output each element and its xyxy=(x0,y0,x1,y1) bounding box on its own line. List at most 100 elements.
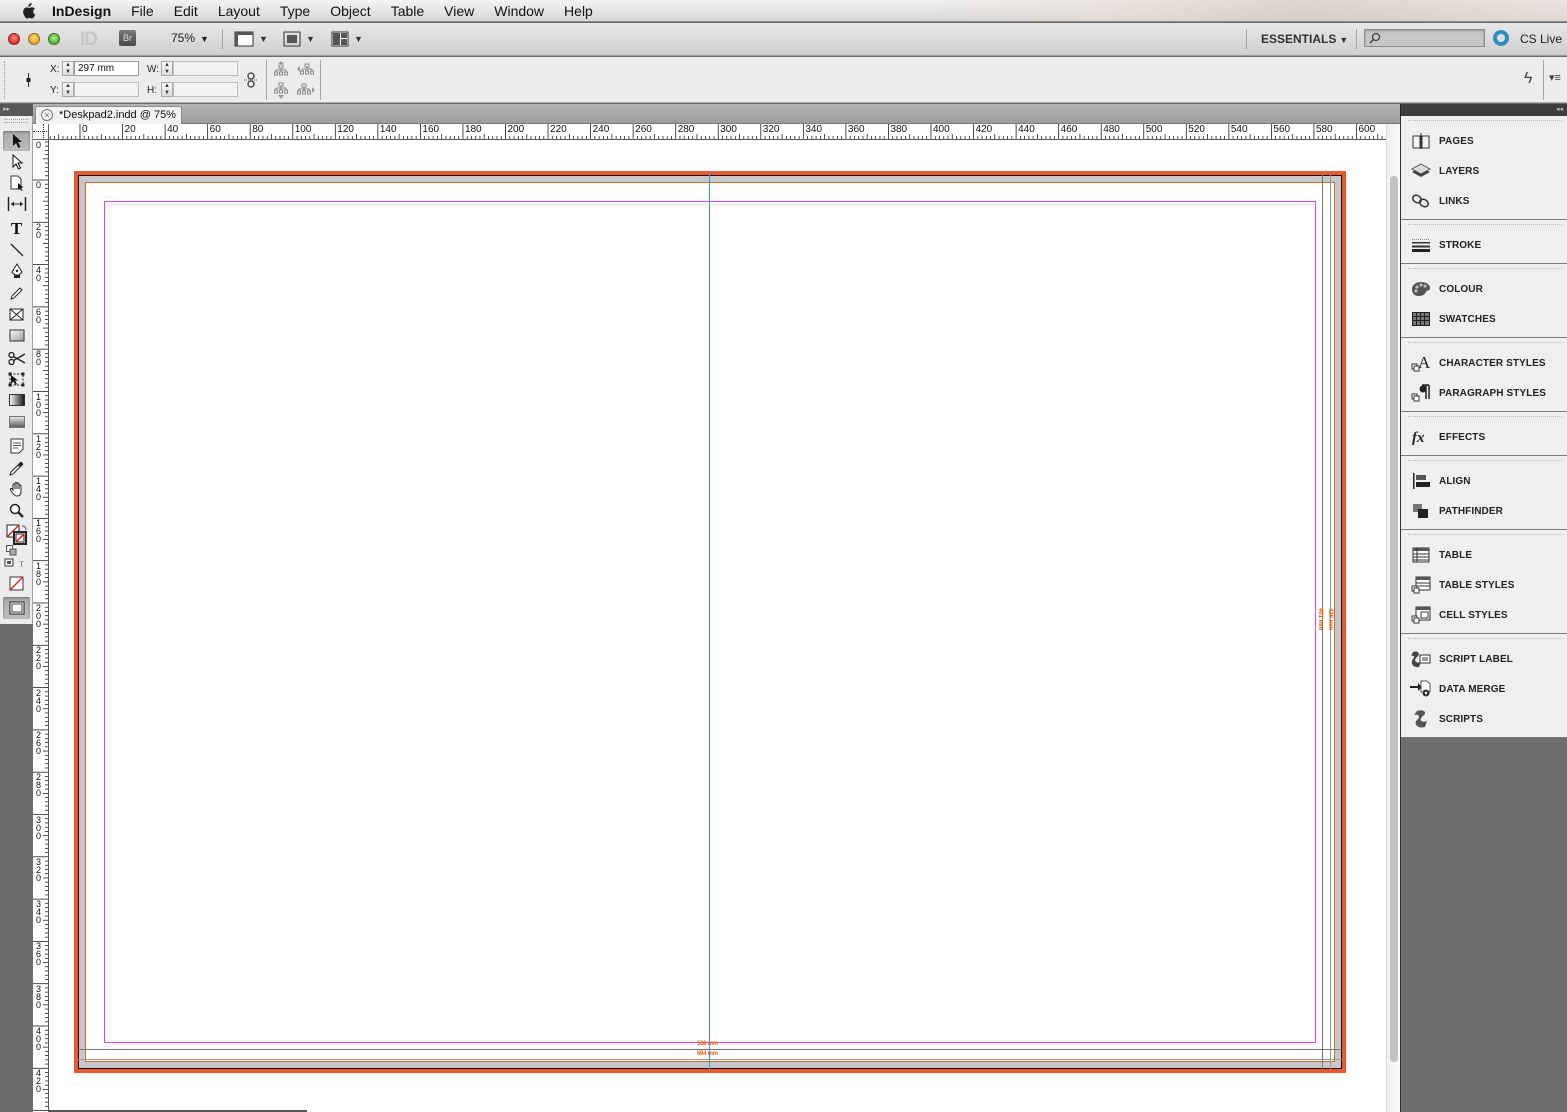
panel-links[interactable]: LINKS xyxy=(1401,188,1567,214)
page-tool[interactable] xyxy=(3,173,30,193)
panel-group-grip[interactable] xyxy=(1408,342,1562,343)
pen-tool[interactable] xyxy=(3,261,30,281)
menu-object[interactable]: Object xyxy=(330,3,370,19)
vertical-scroll-thumb[interactable] xyxy=(1390,176,1398,1062)
menu-file[interactable]: File xyxy=(131,3,154,19)
note-tool[interactable] xyxy=(3,436,30,456)
zoom-level-dropdown[interactable]: 75% ▼ xyxy=(171,31,209,45)
pencil-tool[interactable] xyxy=(3,283,30,303)
menu-table[interactable]: Table xyxy=(391,3,424,19)
free-transform-tool[interactable] xyxy=(3,369,30,389)
panel-group-grip[interactable] xyxy=(1408,460,1562,461)
gradient-feather-tool[interactable] xyxy=(3,412,30,432)
collapse-panels-icon[interactable]: ◂◂ xyxy=(1556,104,1563,116)
select-previous-object-icon[interactable] xyxy=(297,61,315,77)
apple-icon[interactable] xyxy=(18,2,38,19)
direct-selection-tool[interactable] xyxy=(3,152,30,172)
menu-app-name[interactable]: InDesign xyxy=(52,3,111,19)
selection-tool[interactable] xyxy=(3,131,30,151)
w-stepper[interactable]: ▲ ▼ xyxy=(161,61,173,76)
window-zoom-button[interactable] xyxy=(48,33,60,45)
height-field[interactable] xyxy=(173,82,238,97)
rectangle-tool[interactable] xyxy=(3,325,30,345)
panel-stroke[interactable]: STROKE xyxy=(1401,232,1567,258)
panel-colour[interactable]: COLOUR xyxy=(1401,276,1567,302)
line-tool[interactable] xyxy=(3,240,30,260)
panel-group-grip[interactable] xyxy=(1408,120,1562,121)
panel-pathfinder[interactable]: PATHFINDER xyxy=(1401,498,1567,524)
hand-tool[interactable] xyxy=(3,479,30,499)
panel-swatches[interactable]: SWATCHES xyxy=(1401,306,1567,332)
panel-group-grip[interactable] xyxy=(1408,534,1562,535)
help-search-input[interactable] xyxy=(1364,29,1485,47)
vertical-scrollbar[interactable] xyxy=(1386,124,1400,1112)
y-position-field[interactable] xyxy=(74,82,139,97)
panel-layers[interactable]: LAYERS xyxy=(1401,158,1567,184)
ruler-origin[interactable] xyxy=(33,124,49,140)
panel-data-merge[interactable]: DATA MERGE xyxy=(1401,676,1567,702)
window-close-button[interactable] xyxy=(8,33,20,45)
lightning-icon[interactable]: ϟ xyxy=(1524,70,1532,88)
select-container-icon[interactable] xyxy=(274,61,288,77)
menu-type[interactable]: Type xyxy=(280,3,310,19)
vertical-ruler[interactable]: 0 0 20 40 60 80 100 120 140 160 180 200 220 240 260 280… xyxy=(33,140,49,1112)
panel-character-styles[interactable]: A CHARACTER STYLES xyxy=(1401,350,1567,376)
panel-effects[interactable]: fx EFFECTS xyxy=(1401,424,1567,450)
select-content-icon[interactable] xyxy=(274,82,288,99)
window-minimize-button[interactable] xyxy=(28,33,40,45)
panel-dock-header[interactable]: ◂◂ xyxy=(1400,104,1567,116)
screen-mode-button[interactable]: ▼ xyxy=(283,30,315,47)
toolbox-collapse-button[interactable]: ▸▸ xyxy=(0,104,33,116)
panel-script-label[interactable]: SCRIPT LABEL xyxy=(1401,646,1567,672)
menu-layout[interactable]: Layout xyxy=(218,3,260,19)
normal-view-mode-button[interactable] xyxy=(3,597,30,619)
panel-group-grip[interactable] xyxy=(1408,224,1562,225)
panel-group-grip[interactable] xyxy=(1408,416,1562,417)
workspace-switcher[interactable]: ESSENTIALS ▼ xyxy=(1261,32,1348,46)
horizontal-ruler[interactable]: 0 20 40 60 80 100 120 140 160 180 200 220 240 260 280 3… xyxy=(49,124,1386,140)
control-panel-menu-icon[interactable]: ▾≡ xyxy=(1549,71,1561,84)
view-options-button[interactable]: ▼ xyxy=(234,30,268,47)
cs-live-icon[interactable] xyxy=(1493,30,1509,46)
x-position-field[interactable] xyxy=(74,61,139,76)
menu-window[interactable]: Window xyxy=(494,3,544,19)
constrain-proportions-icon[interactable] xyxy=(244,72,258,88)
gap-tool[interactable] xyxy=(3,194,30,214)
close-document-icon[interactable]: × xyxy=(41,109,53,121)
bridge-button[interactable]: Br xyxy=(119,30,136,46)
document-tab[interactable]: × *Deskpad2.indd @ 75% xyxy=(35,106,182,124)
x-stepper[interactable]: ▲ ▼ xyxy=(62,61,74,76)
type-tool[interactable]: T xyxy=(3,219,30,239)
width-field[interactable] xyxy=(173,61,238,76)
control-panel-grip[interactable] xyxy=(4,61,6,99)
rectangle-frame-tool[interactable] xyxy=(3,304,30,324)
panel-group-grip[interactable] xyxy=(1408,638,1562,639)
panel-table[interactable]: TABLE xyxy=(1401,542,1567,568)
zoom-tool[interactable] xyxy=(3,500,30,520)
cs-live-button[interactable]: CS Live xyxy=(1520,32,1562,46)
gradient-swatch-tool[interactable] xyxy=(3,390,30,410)
menu-help[interactable]: Help xyxy=(564,3,593,19)
panel-table-styles[interactable]: TABLE STYLES xyxy=(1401,572,1567,598)
panel-scripts[interactable]: SCRIPTS xyxy=(1401,706,1567,732)
toolbox-grip[interactable] xyxy=(4,119,28,123)
default-fill-stroke-button[interactable] xyxy=(5,544,17,556)
y-stepper[interactable]: ▲ ▼ xyxy=(62,82,74,97)
apply-none-button[interactable] xyxy=(3,574,30,594)
pasteboard[interactable]: 568 mm 594 mm 401 mm 420 mm xyxy=(49,140,1386,1112)
arrange-documents-button[interactable]: ▼ xyxy=(331,30,363,47)
panel-group-grip[interactable] xyxy=(1408,268,1562,269)
panel-align[interactable]: ALIGN xyxy=(1401,468,1567,494)
eyedropper-tool[interactable] xyxy=(3,458,30,478)
panel-cell-styles[interactable]: CELL STYLES xyxy=(1401,602,1567,628)
formatting-affects-container-button[interactable]: T xyxy=(4,557,28,569)
select-next-object-icon[interactable] xyxy=(297,82,315,98)
panel-paragraph-styles[interactable]: PARAGRAPH STYLES xyxy=(1401,380,1567,406)
menu-view[interactable]: View xyxy=(444,3,474,19)
spine-guide[interactable] xyxy=(709,173,710,1069)
panel-pages[interactable]: PAGES xyxy=(1401,128,1567,154)
scissors-tool[interactable] xyxy=(3,348,30,368)
reference-point-icon[interactable] xyxy=(26,73,31,87)
h-stepper[interactable]: ▲ ▼ xyxy=(161,82,173,97)
menu-edit[interactable]: Edit xyxy=(174,3,198,19)
